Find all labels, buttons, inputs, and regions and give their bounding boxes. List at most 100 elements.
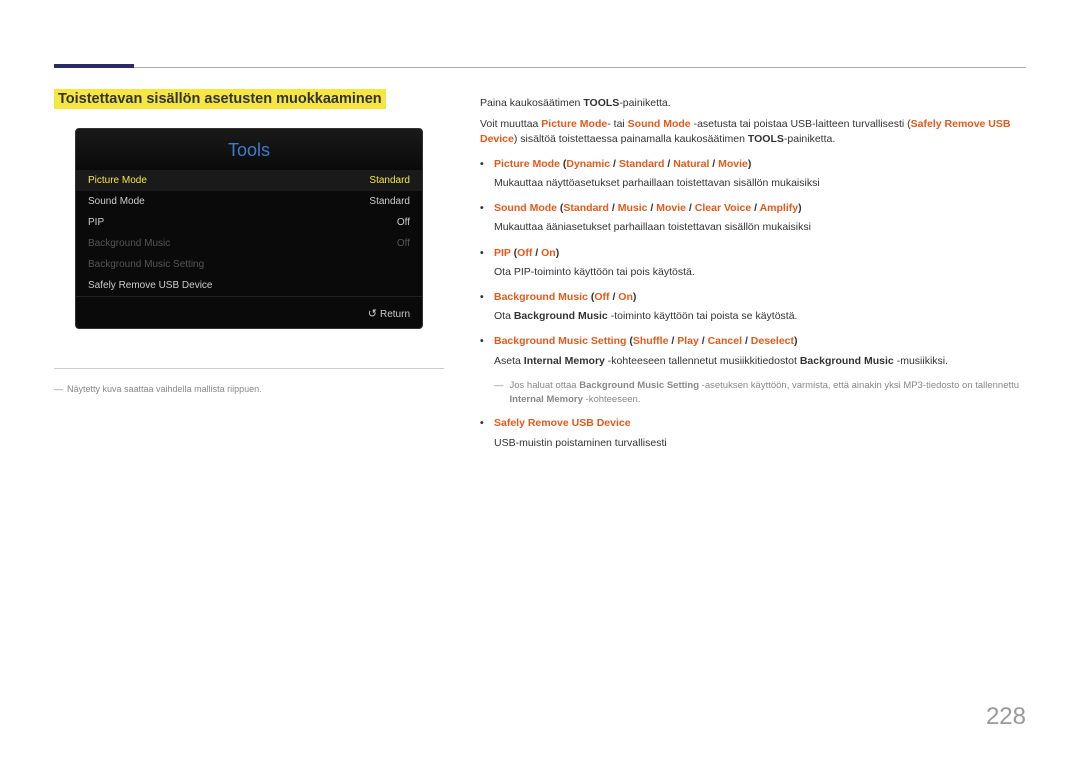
- t: - tai: [607, 118, 627, 130]
- t: -kohteeseen tallennetut musiikkitiedosto…: [605, 355, 800, 367]
- bullet-bg-music: • Background Music (Off / On): [480, 290, 1026, 305]
- tools-row-sound-mode[interactable]: Sound Mode Standard: [76, 191, 422, 212]
- row-label: Safely Remove USB Device: [88, 280, 410, 291]
- t: On: [541, 247, 556, 259]
- bullet-list: • Picture Mode (Dynamic / Standard / Nat…: [480, 157, 1026, 451]
- bullet-pip: • PIP (Off / On): [480, 246, 1026, 261]
- t: Background Music: [514, 310, 608, 322]
- top-rule: [54, 67, 1026, 68]
- tools-title: Tools: [76, 129, 422, 170]
- row-value: Standard: [369, 175, 410, 186]
- t: Clear Voice: [695, 202, 751, 214]
- t: Movie: [656, 202, 686, 214]
- t: ): [748, 158, 752, 170]
- t: Background Music Setting: [579, 380, 699, 391]
- t: Jos haluat ottaa: [510, 380, 580, 391]
- t: Internal Memory: [524, 355, 605, 367]
- left-divider: [54, 368, 444, 369]
- bullet-icon: •: [480, 416, 486, 431]
- sub-text: Mukauttaa näyttöasetukset parhaillaan to…: [494, 176, 1026, 191]
- t: -asetuksen käyttöön, varmista, että aina…: [699, 380, 1019, 391]
- bullet-body: Background Music Setting (Shuffle / Play…: [494, 334, 1026, 349]
- intro-line-1: Paina kaukosäätimen TOOLS-painiketta.: [480, 96, 1026, 111]
- t: /: [668, 335, 677, 347]
- t: Safely Remove USB Device: [494, 417, 631, 429]
- tools-row-picture-mode[interactable]: Picture Mode Standard: [76, 170, 422, 191]
- t: /: [647, 202, 656, 214]
- tools-panel: Tools Picture Mode Standard Sound Mode S…: [75, 128, 423, 329]
- t: TOOLS: [583, 97, 619, 109]
- t: /: [532, 247, 541, 259]
- bullet-body: Background Music (Off / On): [494, 290, 1026, 305]
- bullet-icon: •: [480, 246, 486, 261]
- t: /: [609, 202, 618, 214]
- t: Shuffle: [633, 335, 669, 347]
- t: -toiminto käyttöön tai poista se käytöst…: [608, 310, 798, 322]
- t: /: [751, 202, 759, 214]
- sub-text: Aseta Internal Memory -kohteeseen tallen…: [494, 354, 1026, 369]
- row-value: Off: [397, 217, 410, 228]
- t: ): [556, 247, 560, 259]
- t: Standard: [619, 158, 665, 170]
- t: /: [742, 335, 751, 347]
- t: /: [610, 291, 619, 303]
- row-label: Sound Mode: [88, 196, 369, 207]
- t: Amplify: [760, 202, 799, 214]
- t: Internal Memory: [510, 394, 583, 405]
- bullet-icon: •: [480, 201, 486, 216]
- t: Natural: [673, 158, 709, 170]
- t: Voit muuttaa: [480, 118, 541, 130]
- t: Picture Mode: [494, 158, 560, 170]
- t: Background Music: [494, 291, 588, 303]
- t: /: [664, 158, 673, 170]
- row-label: PIP: [88, 217, 397, 228]
- t: -musiikiksi.: [894, 355, 948, 367]
- t: Deselect: [751, 335, 794, 347]
- t: Picture Mode: [541, 118, 607, 130]
- t: -painiketta.: [784, 133, 835, 145]
- t: Play: [677, 335, 699, 347]
- tools-row-bg-music-setting: Background Music Setting: [76, 254, 422, 275]
- accent-bar: [54, 64, 134, 68]
- tools-footer: ↺Return: [76, 296, 422, 328]
- dash-icon: ―: [494, 379, 504, 407]
- footnote-text: Näytetty kuva saattaa vaihdella mallista…: [67, 384, 262, 394]
- t: Aseta: [494, 355, 524, 367]
- t: Dynamic: [566, 158, 610, 170]
- t: ): [798, 202, 802, 214]
- return-label: Return: [380, 309, 410, 320]
- sub-text: Ota PIP-toiminto käyttöön tai pois käytö…: [494, 265, 1026, 280]
- row-label: Background Music Setting: [88, 259, 410, 270]
- bullet-icon: •: [480, 290, 486, 305]
- t: ): [633, 291, 637, 303]
- row-label: Picture Mode: [88, 175, 369, 186]
- row-label: Background Music: [88, 238, 397, 249]
- bullet-body: Picture Mode (Dynamic / Standard / Natur…: [494, 157, 1026, 172]
- bullet-icon: •: [480, 334, 486, 349]
- t: Sound Mode: [494, 202, 557, 214]
- page-number: 228: [986, 703, 1026, 731]
- tools-row-safely-remove[interactable]: Safely Remove USB Device: [76, 275, 422, 296]
- t: Music: [618, 202, 648, 214]
- row-value: Standard: [369, 196, 410, 207]
- t: Ota: [494, 310, 514, 322]
- tools-row-pip[interactable]: PIP Off: [76, 212, 422, 233]
- bullet-body: Safely Remove USB Device: [494, 416, 1026, 431]
- t: ) sisältöä toistettaessa painamalla kauk…: [514, 133, 748, 145]
- t: PIP: [494, 247, 511, 259]
- t: /: [610, 158, 619, 170]
- t: Paina kaukosäätimen: [480, 97, 583, 109]
- footnote-left: ―Näytetty kuva saattaa vaihdella mallist…: [54, 384, 434, 394]
- t: -asetusta tai poistaa USB-laitteen turva…: [691, 118, 911, 130]
- t: /: [686, 202, 695, 214]
- row-value: Off: [397, 238, 410, 249]
- intro-line-2: Voit muuttaa Picture Mode- tai Sound Mod…: [480, 117, 1026, 147]
- t: /: [699, 335, 708, 347]
- t: -kohteeseen.: [583, 394, 641, 405]
- section-heading: Toistettavan sisällön asetusten muokkaam…: [54, 89, 386, 109]
- bullet-icon: •: [480, 157, 486, 172]
- sub-text: Mukauttaa ääniasetukset parhaillaan tois…: [494, 220, 1026, 235]
- tools-row-bg-music: Background Music Off: [76, 233, 422, 254]
- bullet-picture-mode: • Picture Mode (Dynamic / Standard / Nat…: [480, 157, 1026, 172]
- t: Background Music Setting: [494, 335, 626, 347]
